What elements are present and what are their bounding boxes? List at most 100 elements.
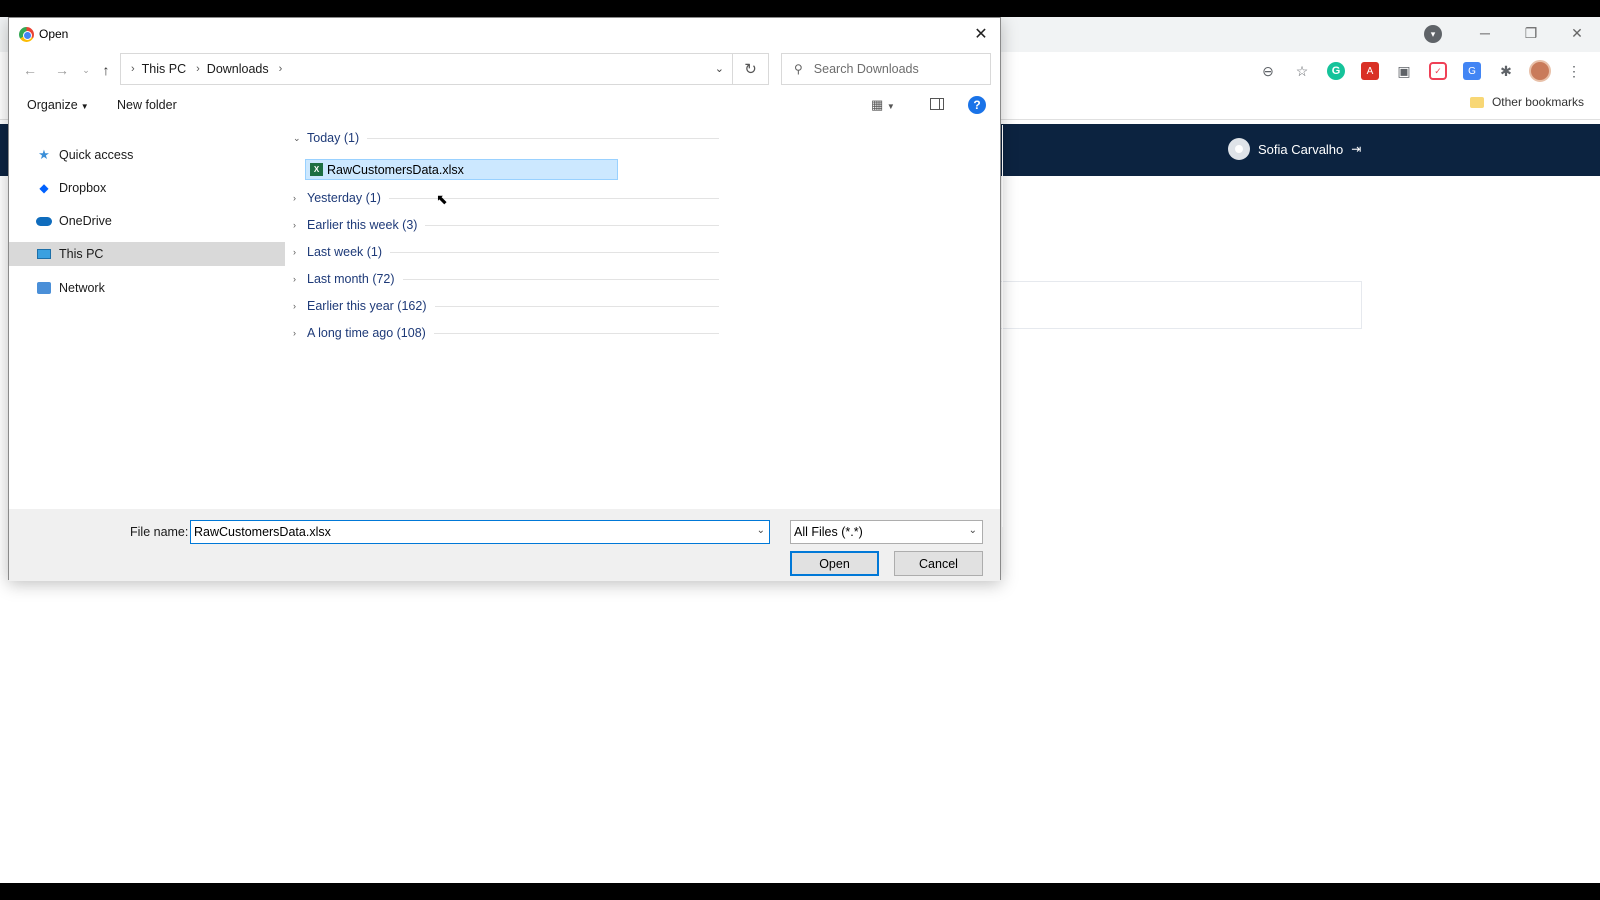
translate-icon: G xyxy=(1463,62,1481,80)
group-divider xyxy=(434,305,719,307)
group-header-long-time-ago[interactable]: › A long time ago (108) xyxy=(289,323,719,343)
group-label: Today (1) xyxy=(307,131,360,145)
caret-down-icon: ▼ xyxy=(80,102,89,111)
group-header-last-month[interactable]: › Last month (72) xyxy=(289,269,719,289)
nav-item-dropbox[interactable]: ◆ Dropbox xyxy=(9,176,285,200)
group-header-earlier-this-year[interactable]: › Earlier this year (162) xyxy=(289,296,719,316)
other-bookmarks[interactable]: Other bookmarks xyxy=(1469,95,1584,109)
close-icon[interactable]: ✕ xyxy=(962,18,1000,50)
nav-item-onedrive[interactable]: OneDrive xyxy=(9,209,285,233)
open-button[interactable]: Open xyxy=(790,551,879,576)
group-label: Earlier this year (162) xyxy=(307,299,427,313)
pocket-icon-wrap[interactable]: ✓ xyxy=(1426,59,1450,83)
grammarly-icon: G xyxy=(1327,62,1345,80)
star-icon[interactable]: ☆ xyxy=(1290,59,1314,83)
screen: ▾ ─ ❐ ✕ ⊖ ☆ G A ▣ ✓ G ✱ ⋮ Other bookmark… xyxy=(0,17,1600,883)
forward-arrow-icon[interactable]: → xyxy=(51,60,73,80)
search-icon: ⚲ xyxy=(794,62,803,76)
file-list: ⌄ Today (1) X RawCustomersData.xlsx › Ye… xyxy=(289,125,1003,527)
breadcrumb-downloads[interactable]: › Downloads › xyxy=(186,62,289,76)
cancel-button[interactable]: Cancel xyxy=(894,551,983,576)
open-file-dialog: Open ✕ ← → ⌄ ↑ › This PC › Downloads › ⌄… xyxy=(8,17,1003,581)
more-menu-icon[interactable]: ⋮ xyxy=(1562,59,1586,83)
file-name-value: RawCustomersData.xlsx xyxy=(194,525,331,539)
recent-locations-icon[interactable]: ⌄ xyxy=(75,60,97,80)
group-header-yesterday[interactable]: › Yesterday (1) xyxy=(289,188,719,208)
minimize-icon[interactable]: ─ xyxy=(1462,17,1508,49)
file-name: RawCustomersData.xlsx xyxy=(327,162,464,177)
file-name-field[interactable]: RawCustomersData.xlsx ⌄ xyxy=(190,520,770,544)
breadcrumb-label: This PC xyxy=(141,62,187,76)
navigation-pane: ★ Quick access ◆ Dropbox OneDrive This P… xyxy=(9,125,285,527)
help-icon[interactable]: ? xyxy=(968,96,986,114)
restore-icon[interactable]: ❐ xyxy=(1508,17,1554,49)
address-bar[interactable]: › This PC › Downloads › ⌄ xyxy=(120,53,733,85)
dialog-footer: File name: RawCustomersData.xlsx ⌄ All F… xyxy=(9,509,1000,581)
preview-pane-icon[interactable] xyxy=(930,98,944,110)
extensions-icon[interactable]: ✱ xyxy=(1494,59,1518,83)
file-type-select[interactable]: All Files (*.*) ⌄ xyxy=(790,520,983,544)
close-window-icon[interactable]: ✕ xyxy=(1554,17,1600,49)
tab-search-icon[interactable]: ▾ xyxy=(1424,25,1442,43)
chevron-right-icon: › xyxy=(293,301,296,311)
computer-icon xyxy=(36,247,52,261)
grammarly-icon-wrap[interactable]: G xyxy=(1324,59,1348,83)
group-header-earlier-this-week[interactable]: › Earlier this week (3) xyxy=(289,215,719,235)
nav-item-label: Quick access xyxy=(59,148,134,162)
search-placeholder: Search Downloads xyxy=(813,62,919,76)
group-label: A long time ago (108) xyxy=(307,326,426,340)
new-folder-button[interactable]: New folder xyxy=(117,98,177,112)
breadcrumb-label: Downloads xyxy=(206,62,269,76)
up-arrow-icon[interactable]: ↑ xyxy=(95,60,117,80)
change-view-icon[interactable]: ▦ ▼ xyxy=(871,97,895,113)
group-divider xyxy=(433,332,719,334)
back-arrow-icon[interactable]: ← xyxy=(19,60,41,80)
content-card xyxy=(980,281,1362,329)
folder-icon xyxy=(1469,96,1484,108)
file-item-selected[interactable]: X RawCustomersData.xlsx xyxy=(305,159,618,180)
refresh-icon[interactable]: ↻ xyxy=(733,53,769,85)
breadcrumb-this-pc[interactable]: › This PC xyxy=(121,62,186,76)
profile-avatar-wrap[interactable] xyxy=(1528,59,1552,83)
chevron-right-icon: › xyxy=(131,63,135,75)
pane-divider xyxy=(1002,125,1003,527)
translate-icon-wrap[interactable]: G xyxy=(1460,59,1484,83)
nav-item-quick-access[interactable]: ★ Quick access xyxy=(9,143,285,167)
group-label: Last month (72) xyxy=(307,272,395,286)
command-bar: Organize ▼ New folder ▦ ▼ ? xyxy=(9,89,1000,123)
logout-icon[interactable]: ⇥ xyxy=(1351,142,1361,156)
nav-item-network[interactable]: Network xyxy=(9,276,285,300)
chevron-down-icon: ⌄ xyxy=(968,525,977,536)
chevron-down-icon[interactable]: ⌄ xyxy=(715,62,724,75)
organize-button[interactable]: Organize ▼ xyxy=(27,98,89,112)
dialog-titlebar: Open ✕ xyxy=(9,18,1000,50)
chevron-right-icon: › xyxy=(293,247,296,257)
group-header-today[interactable]: ⌄ Today (1) xyxy=(289,128,719,148)
chevron-right-icon: › xyxy=(293,193,296,203)
readwise-icon[interactable]: ▣ xyxy=(1392,59,1416,83)
nav-item-this-pc[interactable]: This PC xyxy=(9,242,285,266)
pdf-icon: A xyxy=(1361,62,1379,80)
group-divider xyxy=(367,137,719,139)
chevron-right-icon: › xyxy=(196,63,200,75)
search-input[interactable]: ⚲ Search Downloads xyxy=(781,53,991,85)
group-divider xyxy=(425,224,719,226)
chevron-down-icon[interactable]: ⌄ xyxy=(757,525,765,536)
navigation-bar: ← → ⌄ ↑ › This PC › Downloads › ⌄ ↻ ⚲ Se… xyxy=(9,52,1000,86)
network-icon xyxy=(36,281,52,295)
file-type-value: All Files (*.*) xyxy=(794,525,863,539)
excel-file-icon: X xyxy=(310,163,323,176)
chevron-right-icon: › xyxy=(293,274,296,284)
zoom-out-icon[interactable]: ⊖ xyxy=(1256,59,1280,83)
chrome-logo-icon xyxy=(19,26,34,42)
file-name-label: File name: xyxy=(130,525,189,539)
chevron-right-icon[interactable]: › xyxy=(279,63,283,75)
group-label: Yesterday (1) xyxy=(307,191,381,205)
mouse-cursor-icon: ⬉ xyxy=(436,191,448,207)
group-label: Earlier this week (3) xyxy=(307,218,418,232)
organize-label: Organize xyxy=(27,98,78,112)
group-header-last-week[interactable]: › Last week (1) xyxy=(289,242,719,262)
nav-item-label: Network xyxy=(59,281,105,295)
user-menu[interactable]: Sofia Carvalho ⇥ xyxy=(1228,138,1361,160)
pdf-icon-wrap[interactable]: A xyxy=(1358,59,1382,83)
